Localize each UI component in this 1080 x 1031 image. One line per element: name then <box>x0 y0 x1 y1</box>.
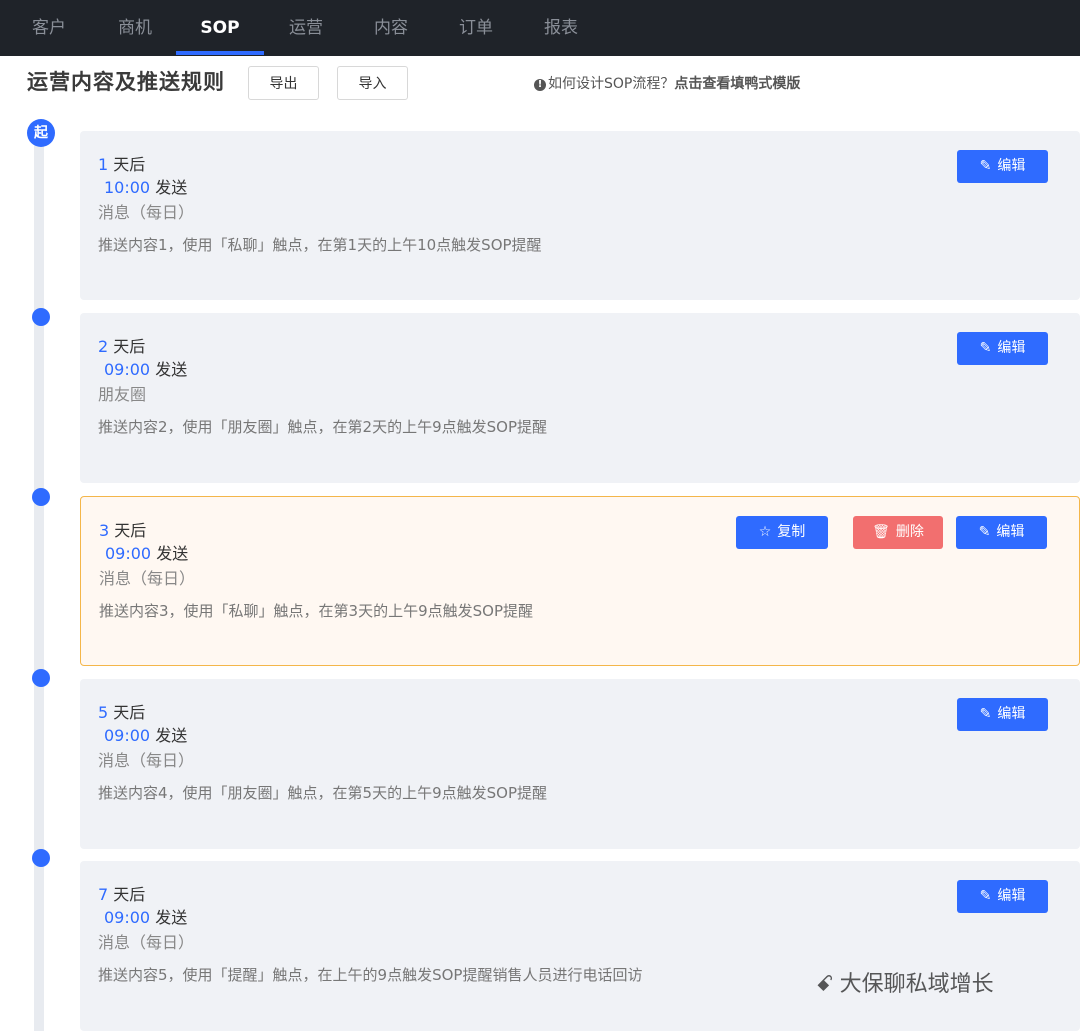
timeline-node <box>32 308 50 326</box>
help-hint: ! 如何设计SOP流程？点击查看填鸭式模版 <box>534 73 800 93</box>
sop-step-card[interactable]: 2 天后 09:00 发送 朋友圈 推送内容2，使用「朋友圈」触点，在第2天的上… <box>80 313 1080 483</box>
tab-operations[interactable]: 运营 <box>277 0 335 56</box>
info-icon: ! <box>534 79 546 91</box>
top-nav: 客户 商机 SOP 运营 内容 订单 报表 <box>0 0 1080 56</box>
timeline-node <box>32 669 50 687</box>
step-description: 推送内容3，使用「私聊」触点，在第3天的上午9点触发SOP提醒 <box>99 602 534 620</box>
step-type: 朋友圈 <box>98 385 147 404</box>
trash-icon: 🗑 <box>872 524 890 540</box>
pencil-icon: ✎ <box>979 888 992 904</box>
import-button[interactable]: 导入 <box>337 66 408 100</box>
step-type: 消息（每日） <box>99 569 196 588</box>
step-day: 7 天后 <box>98 885 146 904</box>
star-icon: ☆ <box>758 524 772 540</box>
step-send-time: 10:00 发送 <box>104 178 188 197</box>
edit-button[interactable]: ✎ 编辑 <box>957 332 1048 365</box>
step-send-time: 09:00 发送 <box>105 544 189 563</box>
step-send-time: 09:00 发送 <box>104 726 188 745</box>
edit-button[interactable]: ✎ 编辑 <box>956 516 1047 549</box>
edit-button[interactable]: ✎ 编辑 <box>957 698 1048 731</box>
timeline-start-marker: 起 <box>27 119 55 147</box>
step-description: 推送内容1，使用「私聊」触点，在第1天的上午10点触发SOP提醒 <box>98 236 542 254</box>
step-day: 5 天后 <box>98 703 146 722</box>
tab-reports[interactable]: 报表 <box>532 0 590 56</box>
step-day: 2 天后 <box>98 337 146 356</box>
delete-button[interactable]: 🗑 删除 <box>853 516 943 549</box>
wechat-logo-icon: ꗃ <box>816 972 834 997</box>
tab-customers[interactable]: 客户 <box>20 0 78 56</box>
tab-sop[interactable]: SOP <box>176 0 264 56</box>
step-day: 1 天后 <box>98 155 146 174</box>
step-description: 推送内容2，使用「朋友圈」触点，在第2天的上午9点触发SOP提醒 <box>98 418 548 436</box>
step-description: 推送内容5，使用「提醒」触点，在上午的9点触发SOP提醒销售人员进行电话回访 <box>98 966 643 984</box>
step-type: 消息（每日） <box>98 203 195 222</box>
tab-opportunities[interactable]: 商机 <box>106 0 164 56</box>
active-tab-indicator <box>176 51 264 55</box>
copy-button[interactable]: ☆ 复制 <box>736 516 828 549</box>
pencil-icon: ✎ <box>978 524 991 540</box>
step-send-time: 09:00 发送 <box>104 908 188 927</box>
pencil-icon: ✎ <box>979 706 992 722</box>
timeline-track <box>34 132 44 1031</box>
export-button[interactable]: 导出 <box>248 66 319 100</box>
edit-button[interactable]: ✎ 编辑 <box>957 880 1048 913</box>
step-type: 消息（每日） <box>98 751 195 770</box>
edit-button[interactable]: ✎ 编辑 <box>957 150 1048 183</box>
help-text: 如何设计SOP流程？ <box>548 76 675 92</box>
sop-step-card[interactable]: 1 天后 10:00 发送 消息（每日） 推送内容1，使用「私聊」触点，在第1天… <box>80 131 1080 300</box>
sop-step-card[interactable]: 5 天后 09:00 发送 消息（每日） 推送内容4，使用「朋友圈」触点，在第5… <box>80 679 1080 849</box>
page-title: 运营内容及推送规则 <box>27 70 225 94</box>
step-day: 3 天后 <box>99 521 147 540</box>
sop-step-card-selected[interactable]: 3 天后 09:00 发送 消息（每日） 推送内容3，使用「私聊」触点，在第3天… <box>80 496 1080 666</box>
pencil-icon: ✎ <box>979 340 992 356</box>
step-send-time: 09:00 发送 <box>104 360 188 379</box>
tab-content[interactable]: 内容 <box>362 0 420 56</box>
watermark: ꗃ 大保聊私域增长 <box>816 972 994 997</box>
sop-step-card[interactable]: 7 天后 09:00 发送 消息（每日） 推送内容5，使用「提醒」触点，在上午的… <box>80 861 1080 1031</box>
pencil-icon: ✎ <box>979 158 992 174</box>
step-type: 消息（每日） <box>98 933 195 952</box>
step-description: 推送内容4，使用「朋友圈」触点，在第5天的上午9点触发SOP提醒 <box>98 784 548 802</box>
timeline-node <box>32 488 50 506</box>
timeline-node <box>32 849 50 867</box>
template-link[interactable]: 点击查看填鸭式模版 <box>674 76 800 92</box>
tab-orders[interactable]: 订单 <box>447 0 505 56</box>
